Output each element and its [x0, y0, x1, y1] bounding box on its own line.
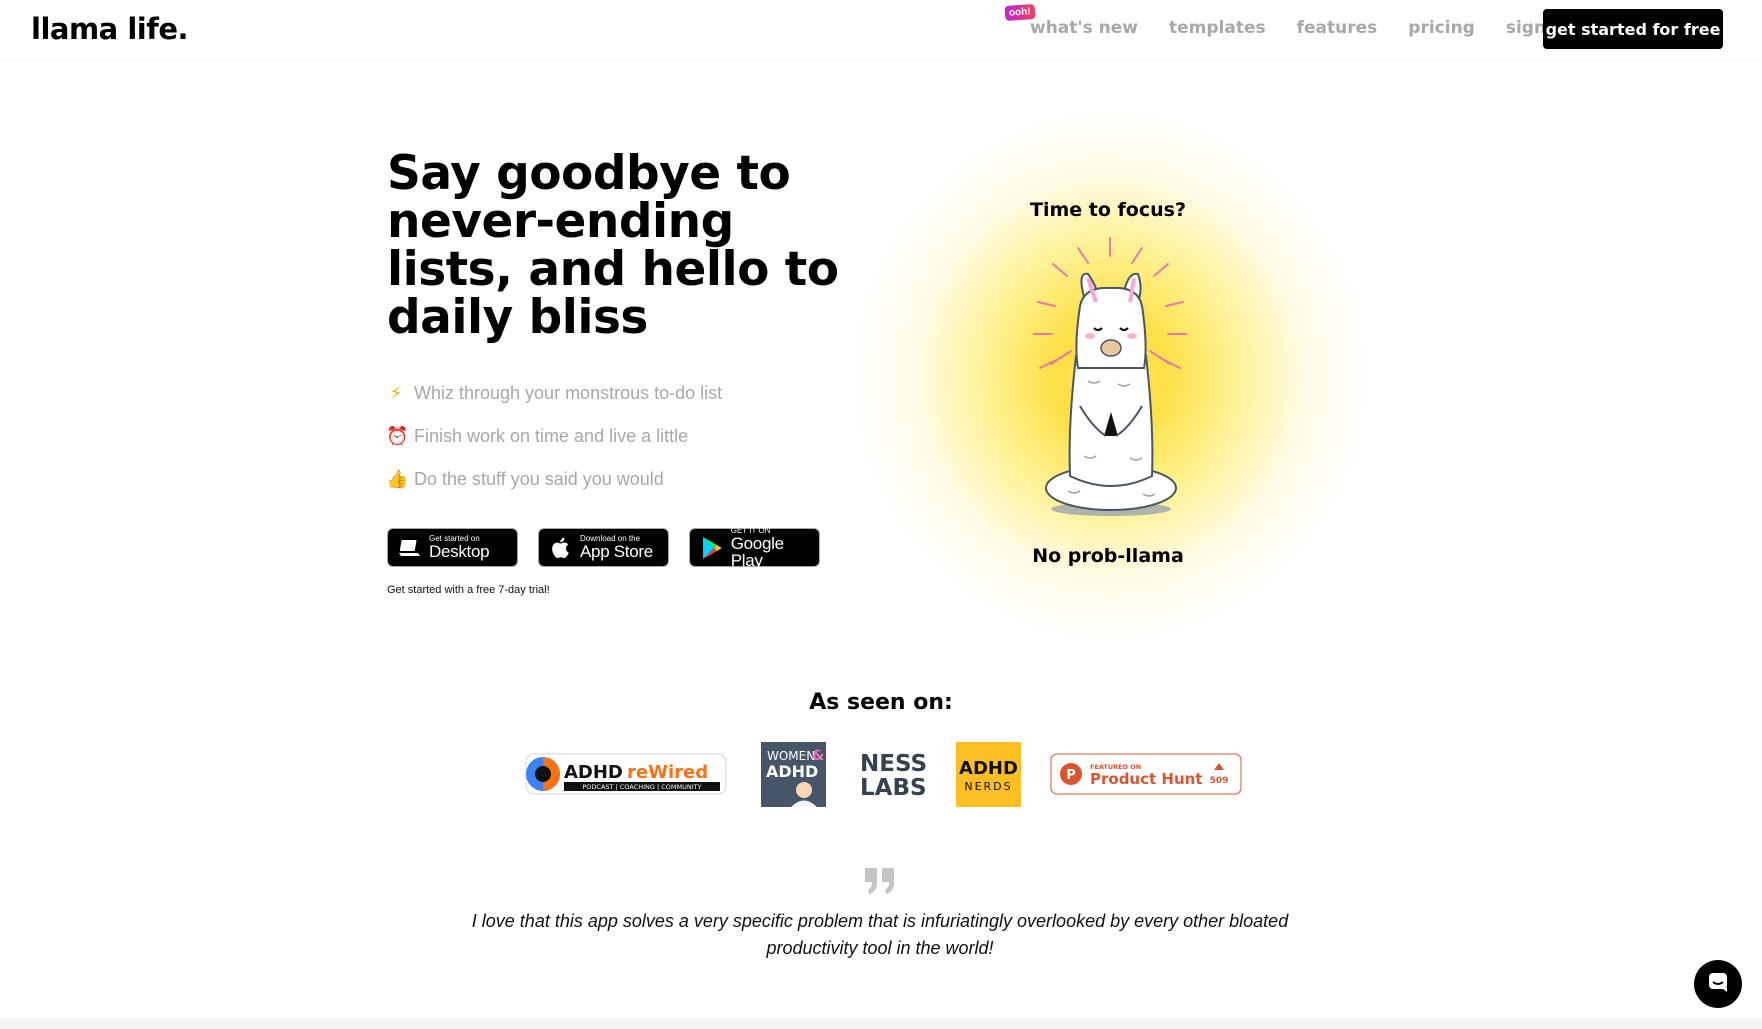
nav-link-whats-new[interactable]: what's new	[1030, 18, 1138, 38]
thumbs-up-icon: 👍	[386, 469, 409, 489]
desktop-download-button[interactable]: Get started on Desktop	[387, 528, 518, 567]
download-buttons: Get started on Desktop Download on the A…	[387, 526, 820, 570]
apple-icon	[549, 536, 573, 560]
ness-labs-line1: NESS	[860, 751, 927, 777]
product-hunt-big-text: Product Hunt	[1090, 770, 1202, 788]
illustration-bottom-text: No prob-llama	[1032, 545, 1184, 567]
store-big-text: App Store	[580, 542, 653, 561]
press-logos: ADHD reWired PODCAST | COACHING | COMMUN…	[0, 742, 1762, 807]
site-logo[interactable]: llama life.	[31, 12, 189, 46]
quote-icon	[863, 866, 897, 896]
feature-bullet: ⚡ Whiz through your monstrous to-do list	[386, 372, 722, 415]
bottom-section-edge	[0, 1018, 1762, 1029]
adhd-nerds-line2: NERDS	[964, 780, 1012, 793]
ness-labs-logo[interactable]: NESS LABS	[858, 750, 928, 801]
llama-body	[1045, 272, 1177, 511]
nav-link-pricing[interactable]: pricing	[1408, 18, 1475, 38]
as-seen-on-title: As seen on:	[809, 690, 953, 715]
feature-bullet: 👍 Do the stuff you said you would	[386, 458, 722, 501]
women-adhd-line2: ADHD	[766, 762, 818, 781]
testimonial-text: I love that this app solves a very speci…	[471, 911, 1289, 958]
nav-link-templates[interactable]: templates	[1169, 18, 1266, 38]
product-hunt-badge[interactable]: P FEATURED ON Product Hunt 509	[1050, 753, 1242, 795]
adhd-rewired-logo[interactable]: ADHD reWired PODCAST | COACHING | COMMUN…	[524, 752, 728, 796]
store-big-text: Google Play	[730, 533, 784, 570]
trial-note: Get started with a free 7-day trial!	[387, 584, 550, 596]
feature-bullet: ⏰ Finish work on time and live a little	[386, 415, 722, 458]
google-play-icon	[700, 536, 724, 560]
feature-bullet-text: Whiz through your monstrous to-do list	[414, 383, 723, 403]
adhd-nerds-logo[interactable]: ADHD NERDS	[956, 742, 1021, 807]
app-store-button[interactable]: Download on the App Store	[538, 528, 669, 567]
llama-illustration: Time to focus? No prob-llama	[848, 106, 1373, 646]
svg-text:P: P	[1066, 768, 1076, 783]
get-started-button[interactable]: get started for free	[1543, 9, 1723, 49]
store-big-text: Desktop	[429, 542, 490, 561]
ness-labs-line2: LABS	[860, 775, 927, 800]
adhd-rewired-text-b: reWired	[627, 762, 708, 783]
google-play-button[interactable]: GET IT ON Google Play	[689, 526, 820, 570]
adhd-nerds-line1: ADHD	[959, 758, 1018, 779]
illustration-top-text: Time to focus?	[1030, 199, 1186, 221]
top-nav: llama life. ooh! what's new templates fe…	[0, 0, 1762, 58]
laptop-icon	[398, 536, 422, 560]
women-adhd-logo[interactable]: WOMEN & ADHD	[761, 742, 826, 807]
feature-bullet-text: Finish work on time and live a little	[414, 426, 689, 446]
adhd-rewired-text-a: ADHD	[564, 762, 623, 783]
women-adhd-line1: WOMEN	[767, 749, 815, 763]
alarm-clock-icon: ⏰	[386, 426, 409, 446]
nav-links: what's new templates features pricing si…	[1030, 18, 1570, 38]
product-hunt-count: 509	[1210, 776, 1229, 786]
lightning-icon: ⚡	[389, 383, 403, 403]
chat-launcher-button[interactable]	[1694, 960, 1742, 1008]
hero-title: Say goodbye to never-ending lists, and h…	[387, 146, 839, 345]
chat-icon	[1707, 971, 1729, 998]
nav-link-features[interactable]: features	[1297, 18, 1378, 38]
feature-bullet-text: Do the stuff you said you would	[414, 469, 664, 489]
feature-bullets: ⚡ Whiz through your monstrous to-do list…	[386, 372, 722, 501]
adhd-rewired-subtext: PODCAST | COACHING | COMMUNITY	[582, 783, 701, 791]
